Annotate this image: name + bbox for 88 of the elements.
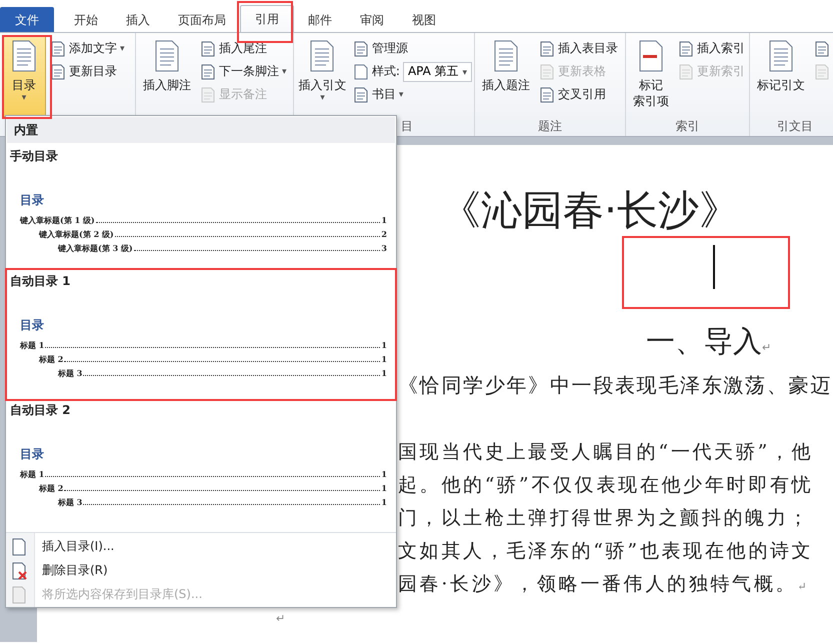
menu-item[interactable]: 插入目录(I)... [6, 534, 396, 559]
toc-entry-text: 键入章标题(第 2 级) [39, 229, 114, 240]
style-label: 样式: [372, 63, 400, 80]
toc-entry-text: 标题 1 [20, 468, 44, 480]
toc-page-number: 2 [381, 229, 387, 239]
document-icon [50, 40, 66, 56]
paragraph-mark: ↵ [797, 580, 810, 593]
ribbon-button[interactable]: 插入索引 [676, 38, 747, 59]
document-icon [10, 538, 28, 556]
body-text: 国现当代史上最受人瞩目的“一代天骄”，他 [398, 441, 814, 463]
style-dropdown[interactable]: APA 第五 ▾ [402, 62, 472, 82]
ribbon-tab[interactable]: 视图 [398, 7, 450, 32]
document-icon [200, 86, 216, 102]
ribbon-tab[interactable]: 邮件 [294, 7, 346, 32]
toc-entry-text: 标题 1 [20, 340, 44, 352]
document-title: 《沁园春·长沙》 [439, 185, 742, 235]
ribbon-tab[interactable]: 审阅 [346, 7, 398, 32]
large-ribbon-button[interactable]: 目录 ▾ [2, 35, 46, 117]
toc-entry-text: 标题 2 [39, 482, 64, 494]
ribbon-button[interactable]: 管理源 [350, 38, 472, 59]
ribbon-tab[interactable]: 引用 [240, 5, 294, 32]
toc-page-number: 1 [381, 354, 387, 364]
large-ribbon-button[interactable]: 标记引文 [752, 35, 810, 117]
ribbon-tab[interactable]: 页面布局 [164, 7, 240, 32]
document-icon [539, 40, 555, 56]
document-icon [10, 586, 28, 604]
gallery-item-title: 自动目录 1 [10, 273, 72, 290]
document-icon [10, 562, 28, 580]
large-ribbon-button[interactable]: 插入引文 ▾ [296, 35, 349, 117]
document-icon [352, 40, 369, 56]
toc-entry-text: 标题 3 [58, 496, 82, 508]
file-tab[interactable]: 文件 [0, 7, 54, 32]
toc-entry-text: 键入章标题(第 1 级) [20, 215, 95, 226]
document-icon [539, 86, 555, 102]
document-icon [200, 64, 216, 80]
ribbon-tab[interactable]: 开始 [60, 7, 112, 32]
toc-entry-text: 键入章标题(第 3 级) [58, 243, 133, 254]
paragraph-mark: ↵ [762, 341, 772, 354]
document-icon [678, 64, 694, 80]
large-ribbon-button[interactable]: 标记 索引项 [628, 35, 674, 117]
ribbon-button[interactable]: 交叉引用 [537, 84, 620, 105]
annotation-overlay [237, 1, 293, 43]
paragraph-mark: ↵ [276, 612, 286, 625]
toc-page-number: 1 [381, 340, 387, 350]
ribbon-button[interactable]: 添加文字 ▾ [48, 38, 127, 59]
toc-entry-text: 标题 2 [39, 354, 64, 366]
text-cursor [713, 245, 715, 289]
document-icon [814, 40, 830, 56]
toc-gallery-item[interactable]: 手动目录 目录 键入章标题(第 1 级) 1 键入章标题(第 2 级) 2 键入章标题(第 3 级) 3 [6, 144, 396, 270]
document-icon [50, 64, 66, 80]
toc-preview-heading: 目录 [20, 192, 45, 209]
group-label: 引文目 [777, 119, 813, 133]
gallery-item-title: 自动目录 2 [10, 402, 72, 419]
group-label: 题注 [538, 119, 562, 133]
document-icon [678, 40, 694, 56]
toc-page-number: 1 [381, 496, 387, 507]
body-text: 起。他的“骄”不仅仅表现在他少年时即有忧 [398, 474, 814, 496]
toc-page-number: 3 [381, 243, 387, 253]
body-text: 园春·长沙》，领略一番伟人的独特气概。 [398, 573, 798, 595]
toc-page-number: 1 [381, 482, 387, 493]
toc-page-number: 1 [381, 215, 387, 225]
group-label: 索引 [676, 119, 700, 133]
toc-preview-heading: 目录 [20, 446, 45, 463]
document-icon [539, 64, 555, 80]
toc-preview-heading: 目录 [20, 317, 45, 334]
document-icon [352, 64, 369, 80]
large-ribbon-button[interactable]: 插入题注 [477, 35, 535, 117]
document-icon [814, 64, 830, 80]
gallery-item-title: 手动目录 [10, 148, 59, 165]
toc-entry-text: 标题 3 [58, 368, 82, 380]
ribbon-button[interactable]: 书目 ▾ [350, 84, 472, 105]
body-text: 《恰同学少年》中一段表现毛泽东激荡、豪迈 [398, 373, 832, 397]
document-icon [200, 40, 216, 56]
toc-page-number: 1 [381, 468, 387, 479]
gallery-header: 内置 [7, 117, 395, 143]
menu-item[interactable]: 删除目录(R) [6, 558, 396, 583]
large-ribbon-button[interactable]: 插入脚注 [138, 35, 196, 117]
body-text: 文如其人，毛泽东的“骄”也表现在他的诗文 [398, 540, 814, 562]
toc-gallery-item[interactable]: 自动目录 2 目录 标题 1 1 标题 2 1 标题 3 1 [6, 398, 396, 526]
document-icon [352, 86, 369, 102]
body-text: 门，以土枪土弹打得世界为之颤抖的魄力； [398, 507, 810, 529]
ribbon-button[interactable]: 下一条脚注 ▾ [198, 61, 289, 82]
ribbon-button[interactable]: 插入表目录 [537, 38, 620, 59]
ribbon-tab[interactable]: 插入 [112, 7, 164, 32]
toc-page-number: 1 [381, 368, 387, 378]
group-label: 目 [401, 119, 413, 133]
ribbon-button[interactable]: 更新目录 [48, 61, 127, 82]
section-heading: 一、导入 [646, 324, 762, 358]
